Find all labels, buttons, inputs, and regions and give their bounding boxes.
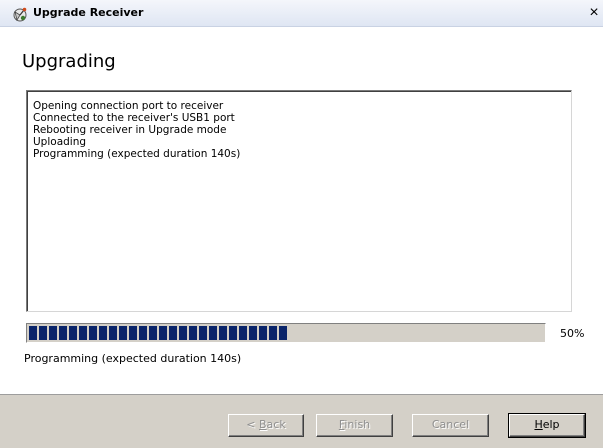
progress-segment (209, 326, 217, 340)
window-title: Upgrade Receiver (33, 6, 144, 19)
progress-segment (69, 326, 77, 340)
progress-segment (269, 326, 277, 340)
progress-segment (79, 326, 87, 340)
progress-segment (89, 326, 97, 340)
help-button[interactable]: Help (508, 413, 586, 438)
progress-segment (129, 326, 137, 340)
progress-segment (219, 326, 227, 340)
upgrade-receiver-dialog: Upgrade Receiver × Upgrading Opening con… (0, 0, 603, 448)
progress-segment (249, 326, 257, 340)
page-title: Upgrading (22, 51, 116, 72)
log-line: Opening connection port to receiver (33, 100, 224, 112)
progress-segment (229, 326, 237, 340)
progress-segment (149, 326, 157, 340)
close-button[interactable]: × (585, 3, 603, 23)
progress-segment (59, 326, 67, 340)
progress-percent: 50% (560, 327, 585, 340)
progress-segment (49, 326, 57, 340)
cancel-button[interactable]: Cancel (412, 414, 489, 437)
progress-segment (259, 326, 267, 340)
progress-segment (179, 326, 187, 340)
log-line: Rebooting receiver in Upgrade mode (33, 124, 227, 136)
progress-segment (99, 326, 107, 340)
progress-segment (29, 326, 37, 340)
status-text: Programming (expected duration 140s) (24, 352, 242, 365)
progress-segment (169, 326, 177, 340)
progress-segment (279, 326, 287, 340)
log-line: Connected to the receiver's USB1 port (33, 112, 235, 124)
progress-segment (109, 326, 117, 340)
progress-segment (139, 326, 147, 340)
progress-segment (199, 326, 207, 340)
button-bar: < Back Finish Cancel Help (0, 394, 603, 448)
progress-segment (189, 326, 197, 340)
progress-segment (119, 326, 127, 340)
satellite-icon (13, 7, 27, 22)
progress-segment (159, 326, 167, 340)
title-bar[interactable]: Upgrade Receiver × (0, 0, 603, 27)
back-button[interactable]: < Back (228, 414, 304, 437)
progress-segment (39, 326, 47, 340)
log-line: Programming (expected duration 140s) (33, 148, 241, 160)
log-line: Uploading (33, 136, 87, 148)
progress-bar (26, 323, 546, 343)
log-output[interactable]: Opening connection port to receiver Conne… (26, 90, 572, 312)
progress-fill (29, 326, 543, 340)
progress-segment (239, 326, 247, 340)
finish-button[interactable]: Finish (316, 414, 393, 437)
